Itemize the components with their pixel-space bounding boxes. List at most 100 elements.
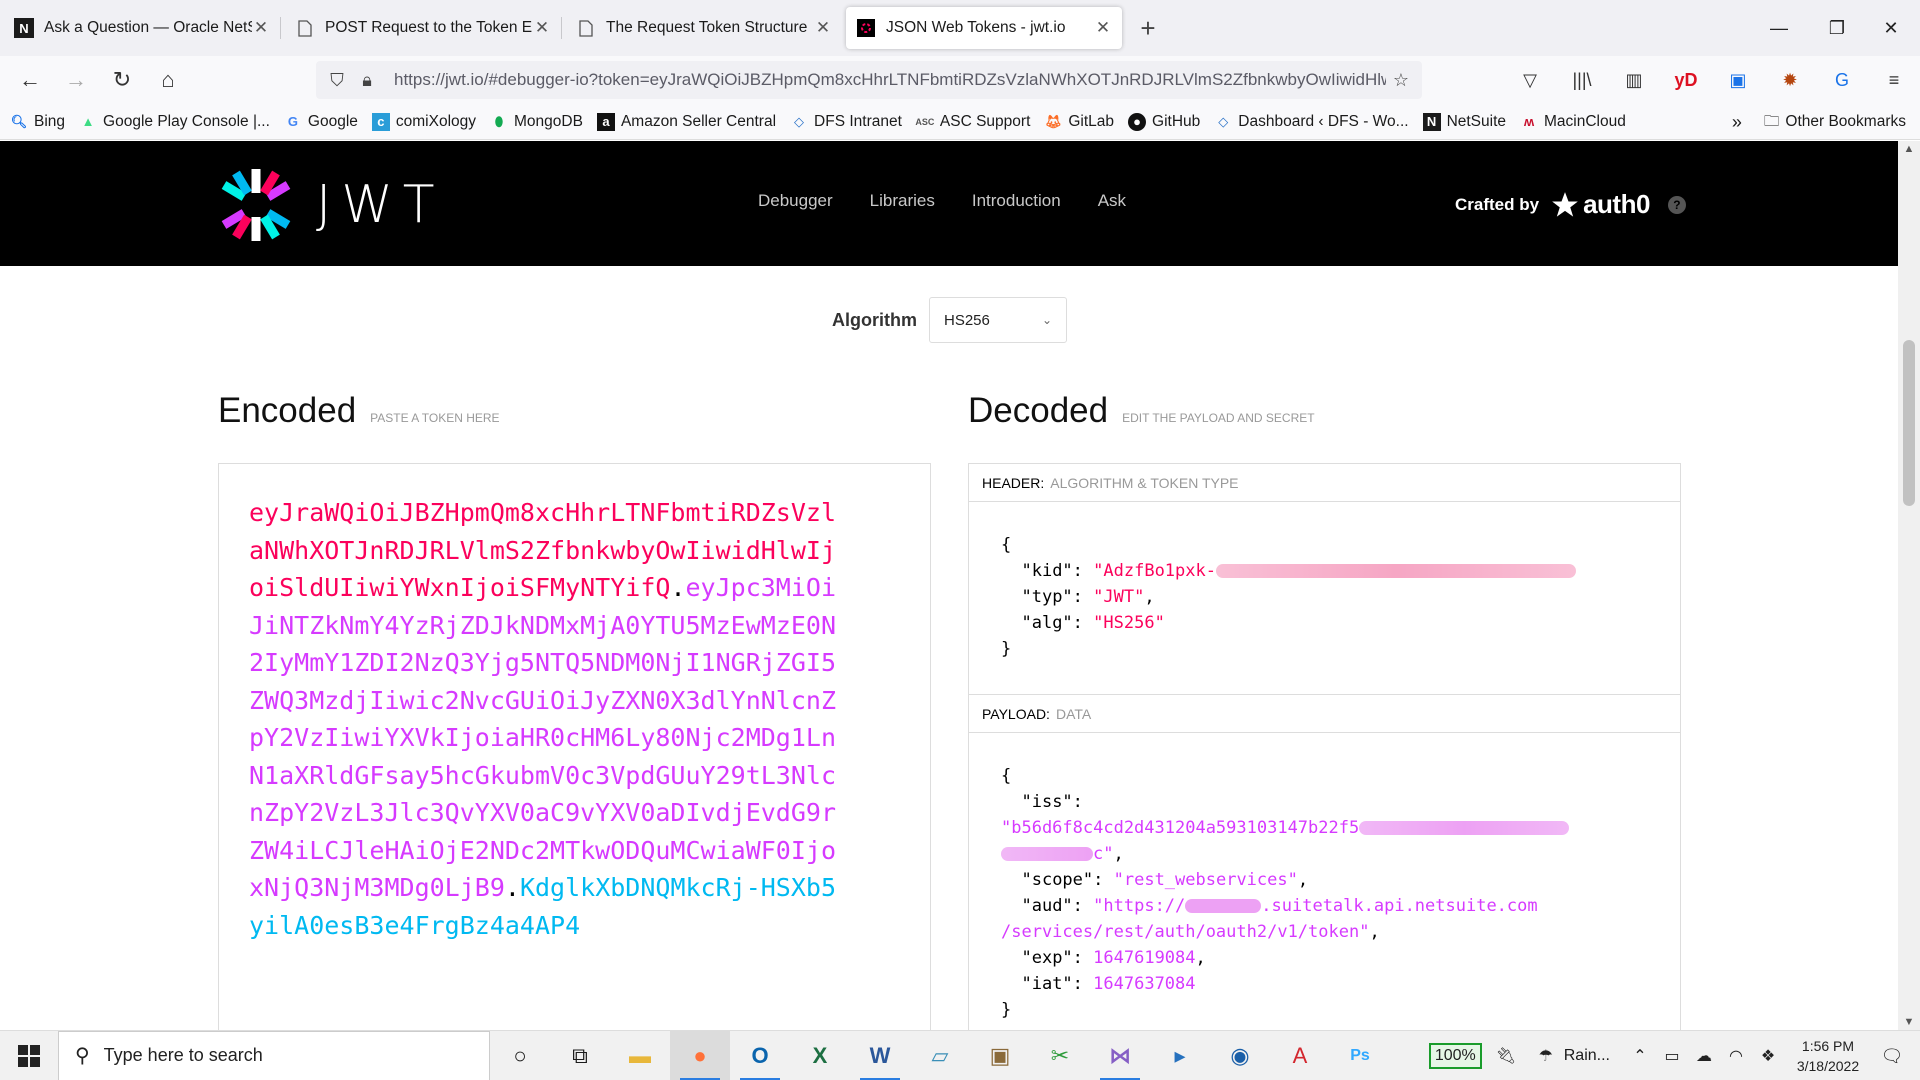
library-icon[interactable]: |||\ — [1556, 60, 1608, 100]
notes-app-icon[interactable]: ▱ — [910, 1031, 970, 1080]
powershell-icon[interactable]: ▸ — [1150, 1031, 1210, 1080]
weather-text[interactable]: Rain... — [1564, 1047, 1610, 1065]
clock[interactable]: 1:56 PM 3/18/2022 — [1786, 1036, 1870, 1076]
scroll-up-icon[interactable]: ▲ — [1898, 143, 1920, 155]
crafted-by[interactable]: Crafted by auth0 ? — [1455, 189, 1686, 220]
visual-studio-icon[interactable]: ⋈ — [1090, 1031, 1150, 1080]
scroll-down-icon[interactable]: ▼ — [1898, 1016, 1920, 1028]
close-window-button[interactable]: ✕ — [1862, 0, 1920, 56]
close-icon[interactable]: ✕ — [252, 18, 270, 38]
dropbox-icon[interactable]: ❖ — [1754, 1046, 1782, 1066]
globe-app-icon[interactable]: ◉ — [1210, 1031, 1270, 1080]
encoded-token[interactable]: eyJraWQiOiJBZHpmQm8xcHhrLTNFbmtiRDZsVzla… — [249, 494, 839, 944]
cloud-icon[interactable]: ☁ — [1690, 1046, 1718, 1066]
bookmark-item[interactable]: a Amazon Seller Central — [596, 112, 776, 131]
plug-icon[interactable]: 🔌︎ — [1492, 1046, 1520, 1066]
token-payload-part: eyJpc3MiOiJiNTZkNmY4YzRjZDJkNDMxMjA0YTU5… — [249, 573, 837, 902]
acrobat-icon[interactable]: A — [1270, 1031, 1330, 1080]
chevron-right-icon[interactable]: » — [1732, 112, 1742, 133]
back-button[interactable]: ← — [10, 60, 50, 100]
yandex-icon[interactable]: yD — [1660, 60, 1712, 100]
pocket-icon[interactable]: ▽ — [1504, 60, 1556, 100]
address-bar[interactable]: ⛉ 🔒︎ https://jwt.io/#debugger-io?token=e… — [316, 61, 1422, 99]
word-icon[interactable]: W — [850, 1031, 910, 1080]
bookmark-item[interactable]: ◇ Dashboard ‹ DFS - Wo... — [1214, 113, 1408, 131]
bookmark-label: comiXology — [395, 112, 477, 130]
help-icon[interactable]: ? — [1667, 195, 1686, 214]
bookmark-item[interactable]: ● GitHub — [1128, 112, 1200, 131]
bookmark-item[interactable]: N NetSuite — [1422, 112, 1506, 131]
notifications-icon[interactable]: 🗨︎ — [1878, 1046, 1906, 1067]
reload-button[interactable]: ↻ — [102, 60, 142, 100]
minimize-button[interactable]: — — [1750, 0, 1808, 56]
extension-icon[interactable]: ▣ — [1712, 60, 1764, 100]
cortana-icon[interactable]: ○ — [490, 1031, 550, 1080]
bookmark-item[interactable]: ʍ MacinCloud — [1520, 113, 1626, 131]
browser-tab[interactable]: POST Request to the Token End ✕ — [285, 8, 561, 48]
close-icon[interactable]: ✕ — [814, 18, 832, 38]
json-value: "b56d6f8c4cd2d431204a593103147b22f5 — [1001, 818, 1360, 838]
close-icon[interactable]: ✕ — [533, 18, 551, 38]
home-button[interactable]: ⌂ — [148, 60, 188, 100]
header-json-editor[interactable]: { "kid": "AdzfBo1pxk- "typ": "JWT", "alg… — [969, 502, 1680, 695]
tools-app-icon[interactable]: ✂ — [1030, 1031, 1090, 1080]
chevron-up-icon[interactable]: ⌃ — [1626, 1046, 1654, 1066]
bookmark-item[interactable]: 🔍︎ Bing — [10, 113, 65, 131]
bookmark-item[interactable]: ◇ DFS Intranet — [790, 113, 902, 131]
forward-button[interactable]: → — [56, 60, 96, 100]
bookmark-item[interactable]: ⬮ MongoDB — [490, 113, 583, 131]
other-bookmarks[interactable]: » 🗀 Other Bookmarks — [1732, 104, 1906, 140]
translate-icon[interactable]: G — [1816, 60, 1868, 100]
firefox-icon[interactable]: ● — [670, 1030, 730, 1080]
mongodb-icon: ⬮ — [494, 113, 504, 129]
restore-button[interactable]: ❐ — [1808, 0, 1866, 56]
close-icon[interactable]: ✕ — [1094, 18, 1112, 38]
bookmark-star-icon[interactable]: ☆ — [1386, 70, 1416, 91]
bookmark-item[interactable]: ASC ASC Support — [915, 112, 1031, 131]
battery-indicator[interactable]: 100% — [1428, 1043, 1482, 1069]
task-view-icon[interactable]: ⧉ — [550, 1031, 610, 1080]
shield-icon[interactable]: ⛉ — [322, 70, 352, 91]
nav-ask[interactable]: Ask — [1098, 191, 1126, 211]
excel-icon[interactable]: X — [790, 1031, 850, 1080]
photoshop-icon[interactable]: Ps — [1330, 1031, 1390, 1080]
encoded-token-editor[interactable]: eyJraWQiOiJBZHpmQm8xcHhrLTNFbmtiRDZsVzla… — [218, 463, 931, 1030]
wifi-icon[interactable]: ◠ — [1722, 1046, 1750, 1066]
json-value: c" — [1093, 844, 1114, 864]
bookmark-item[interactable]: c comiXology — [371, 112, 477, 131]
nav-libraries[interactable]: Libraries — [870, 191, 935, 211]
windows-start-button[interactable] — [0, 1031, 58, 1080]
browser-tab[interactable]: The Request Token Structure ✕ — [566, 8, 842, 48]
algorithm-select[interactable]: HS256 ⌄ — [929, 297, 1067, 343]
taskbar-search[interactable]: ⚲ Type here to search — [58, 1030, 490, 1080]
lock-icon[interactable]: 🔒︎ — [352, 70, 382, 91]
umbrella-icon[interactable]: ☂ — [1532, 1046, 1560, 1066]
logo-text[interactable]: JWT — [316, 175, 445, 235]
page-scrollbar[interactable]: ▲ ▼ — [1898, 141, 1920, 1030]
json-key: "iat" — [1021, 974, 1073, 994]
file-explorer-icon[interactable]: ▬ — [610, 1031, 670, 1080]
url-text[interactable]: https://jwt.io/#debugger-io?token=eyJraW… — [394, 70, 1386, 90]
browser-tab-active[interactable]: JSON Web Tokens - jwt.io ✕ — [846, 7, 1122, 49]
tab-title: Ask a Question — Oracle NetSu — [44, 19, 252, 36]
jwt-logo-icon[interactable] — [216, 165, 296, 245]
outlook-icon[interactable]: O — [730, 1031, 790, 1080]
media-app-icon[interactable]: ▣ — [970, 1031, 1030, 1080]
bookmark-label: ASC Support — [939, 112, 1031, 130]
bookmark-item[interactable]: G Google — [284, 113, 358, 131]
scrollbar-thumb[interactable] — [1903, 340, 1915, 506]
json-key: "iss" — [1021, 792, 1073, 812]
nav-debugger[interactable]: Debugger — [758, 191, 833, 211]
android-icon: ▲ — [81, 114, 95, 129]
bookmark-item[interactable]: ▲ Google Play Console |... — [79, 113, 270, 131]
extension-icon[interactable]: ✹ — [1764, 60, 1816, 100]
menu-icon[interactable]: ≡ — [1868, 60, 1920, 100]
nav-introduction[interactable]: Introduction — [972, 191, 1061, 211]
new-tab-button[interactable]: + — [1128, 8, 1168, 48]
json-value: .suitetalk.api.netsuite.com — [1261, 896, 1538, 916]
bookmark-item[interactable]: 🦊︎ GitLab — [1044, 113, 1114, 131]
sidebar-icon[interactable]: ▥ — [1608, 60, 1660, 100]
payload-json-editor[interactable]: { "iss": "b56d6f8c4cd2d431204a593103147b… — [969, 733, 1680, 1023]
browser-tab[interactable]: N Ask a Question — Oracle NetSu ✕ — [4, 8, 280, 48]
battery-icon[interactable]: ▭ — [1658, 1046, 1686, 1066]
